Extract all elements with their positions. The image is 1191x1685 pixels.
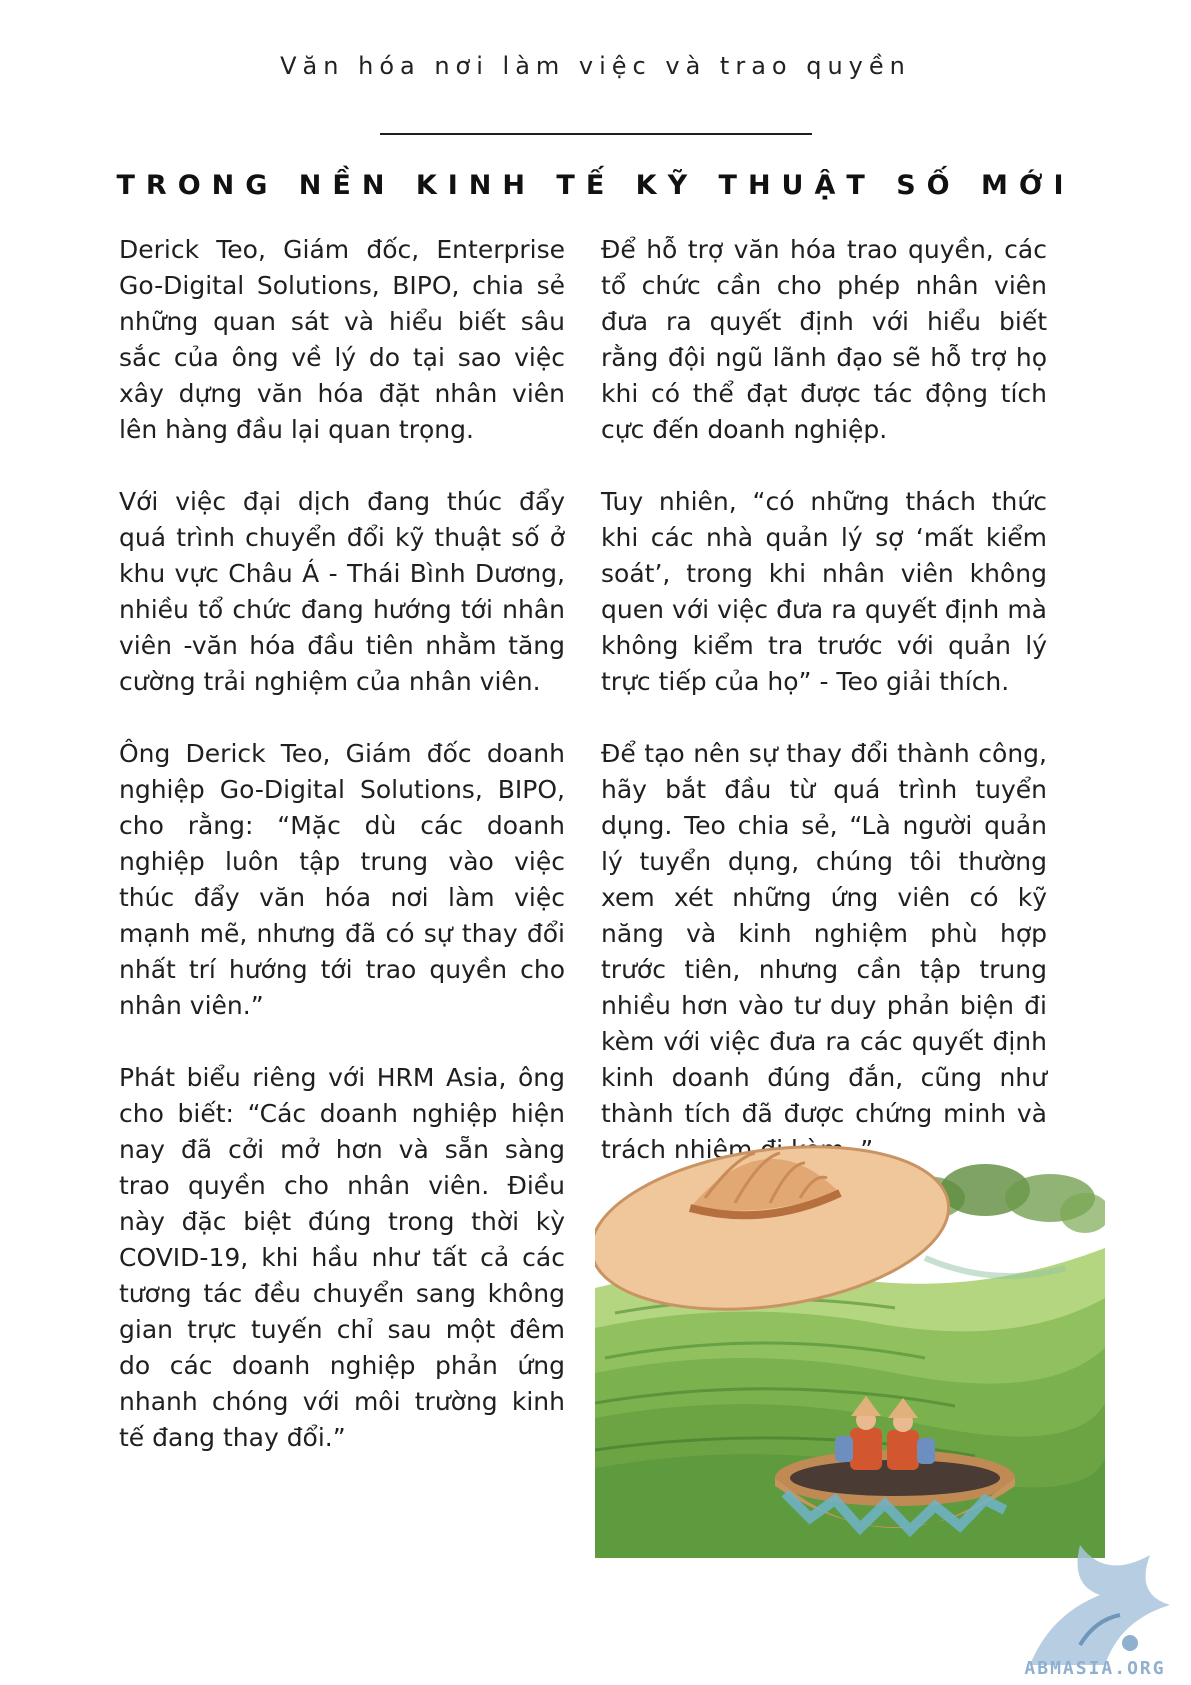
kicker-heading: Văn hóa nơi làm việc và trao quyền	[280, 52, 911, 80]
paragraph: Derick Teo, Giám đốc, Enterprise Go-Digi…	[119, 235, 565, 444]
paragraph: Ông Derick Teo, Giám đốc doanh nghiệp Go…	[119, 739, 565, 1020]
paragraph: Tuy nhiên, “có những thách thức khi các …	[601, 487, 1047, 696]
page-title: TRONG NỀN KINH TẾ KỸ THUẬT SỐ MỚI	[116, 170, 1075, 201]
paragraph: Với việc đại dịch đang thúc đẩy quá trìn…	[119, 487, 565, 696]
paragraph: Để hỗ trợ văn hóa trao quyền, các tổ chứ…	[601, 235, 1047, 444]
divider-rule	[380, 133, 812, 135]
watercolor-illustration	[595, 1145, 1105, 1558]
watermark-text: ABMASIA.ORG	[1024, 1658, 1166, 1679]
right-column: Để hỗ trợ văn hóa trao quyền, các tổ chứ…	[601, 232, 1047, 1204]
paragraph: Để tạo nên sự thay đổi thành công, hãy b…	[601, 739, 1047, 1164]
left-column: Derick Teo, Giám đốc, Enterprise Go-Digi…	[119, 232, 565, 1492]
paragraph: Phát biểu riêng với HRM Asia, ông cho bi…	[119, 1063, 565, 1452]
watermark-logo	[1030, 1545, 1170, 1665]
